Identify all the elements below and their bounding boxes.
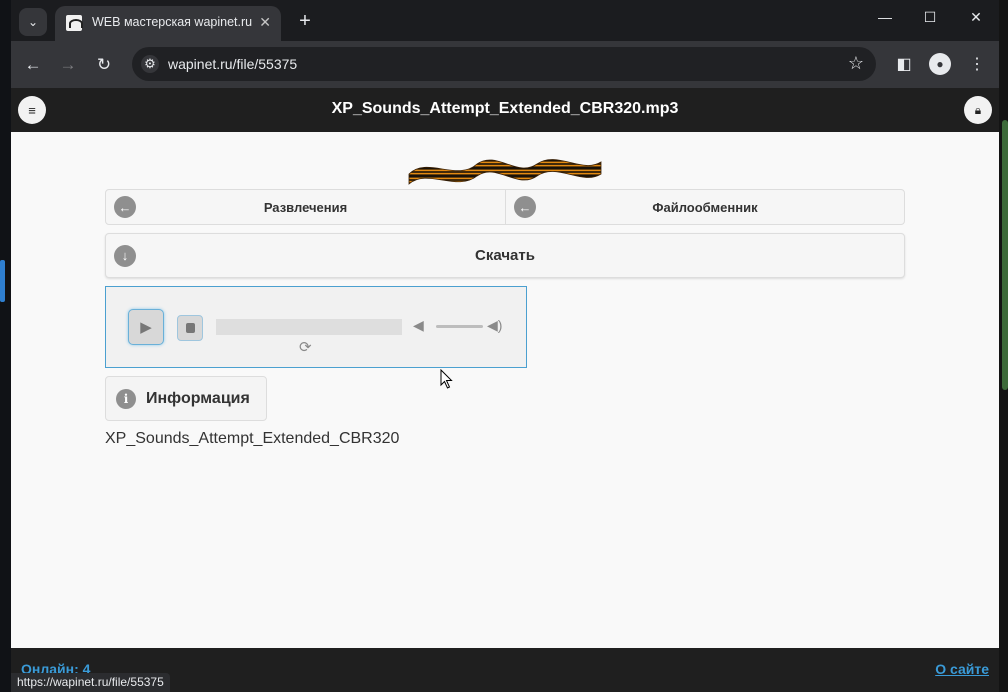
favicon [66,15,83,31]
file-name: XP_Sounds_Attempt_Extended_CBR320 [105,430,400,447]
nav-back-section-button[interactable]: ← Файлообменник [505,189,905,225]
kebab-menu-icon[interactable]: ⋮ [966,53,988,75]
nav-back-category-label: Развлечения [263,199,348,215]
forward-icon[interactable]: → [55,52,81,78]
link-status-bar: https://wapinet.ru/file/55375 [11,673,170,692]
site-info-icon[interactable]: ⚙ [141,55,159,73]
play-icon[interactable]: ▶ [128,309,164,345]
seek-bar[interactable] [216,319,402,335]
address-bar[interactable]: ⚙ wapinet.ru/file/55375 ☆ [132,47,876,81]
side-panel-icon[interactable]: ◧ [893,53,915,75]
profile-icon[interactable]: ● [929,53,951,75]
arrow-left-circle-icon: ← [114,196,136,218]
page-header: ≡ XP_Sounds_Attempt_Extended_CBR320.mp3 … [11,88,999,132]
browser-toolbar: ← → ↻ ⚙ wapinet.ru/file/55375 ☆ ◧ ● ⋮ [11,41,999,88]
download-button[interactable]: ↓ Скачать [105,233,905,278]
nav-back-section-label: Файлообменник [652,199,758,215]
address-url[interactable]: wapinet.ru/file/55375 [168,56,297,72]
volume-mute-icon[interactable]: ◀ [413,317,424,334]
lock-icon[interactable]: 🔒︎ [964,96,992,124]
active-tab[interactable]: WEB мастерская wapinet.ru - XP_Sounds_At… [55,6,281,41]
arrow-down-circle-icon: ↓ [114,244,136,267]
tab-title: WEB мастерская wapinet.ru - XP_Sounds_At… [92,15,254,29]
volume-max-icon[interactable]: ◀) [487,317,502,334]
info-button[interactable]: i Информация [105,376,267,421]
desktop-background-right [999,0,1008,692]
info-label: Информация [146,389,250,407]
close-icon[interactable]: ✕ [259,14,271,31]
minimize-icon[interactable]: — [873,9,897,25]
browser-window: ⌄ WEB мастерская wapinet.ru - XP_Sounds_… [11,0,999,692]
back-icon[interactable]: ← [20,52,46,78]
repeat-icon[interactable]: ⟳ [299,338,312,356]
window-close-icon[interactable]: ✕ [964,9,988,26]
tab-search-icon[interactable]: ⌄ [19,8,47,36]
audio-player: ▶ ◀ ◀) ⟳ [105,286,527,368]
web-page: ≡ XP_Sounds_Attempt_Extended_CBR320.mp3 … [11,88,999,692]
about-link[interactable]: О сайте [935,661,989,677]
desktop-background-left [0,0,11,692]
page-title: XP_Sounds_Attempt_Extended_CBR320.mp3 [331,100,679,117]
taskbar-accent [0,260,5,302]
reload-icon[interactable]: ↻ [91,52,117,78]
volume-slider[interactable] [436,325,483,328]
st-george-ribbon-logo [408,159,602,185]
desktop-accent [1002,120,1008,390]
download-label: Скачать [475,247,535,264]
mouse-cursor-icon [440,369,453,389]
arrow-left-circle-icon: ← [514,196,536,218]
nav-back-category-button[interactable]: ← Развлечения [105,189,506,225]
new-tab-icon[interactable]: + [292,8,318,34]
info-icon: i [116,388,136,409]
maximize-icon[interactable]: ☐ [918,9,942,26]
stop-icon[interactable] [177,315,203,341]
tab-strip: ⌄ WEB мастерская wapinet.ru - XP_Sounds_… [11,0,999,41]
bookmark-star-icon[interactable]: ☆ [848,53,864,74]
